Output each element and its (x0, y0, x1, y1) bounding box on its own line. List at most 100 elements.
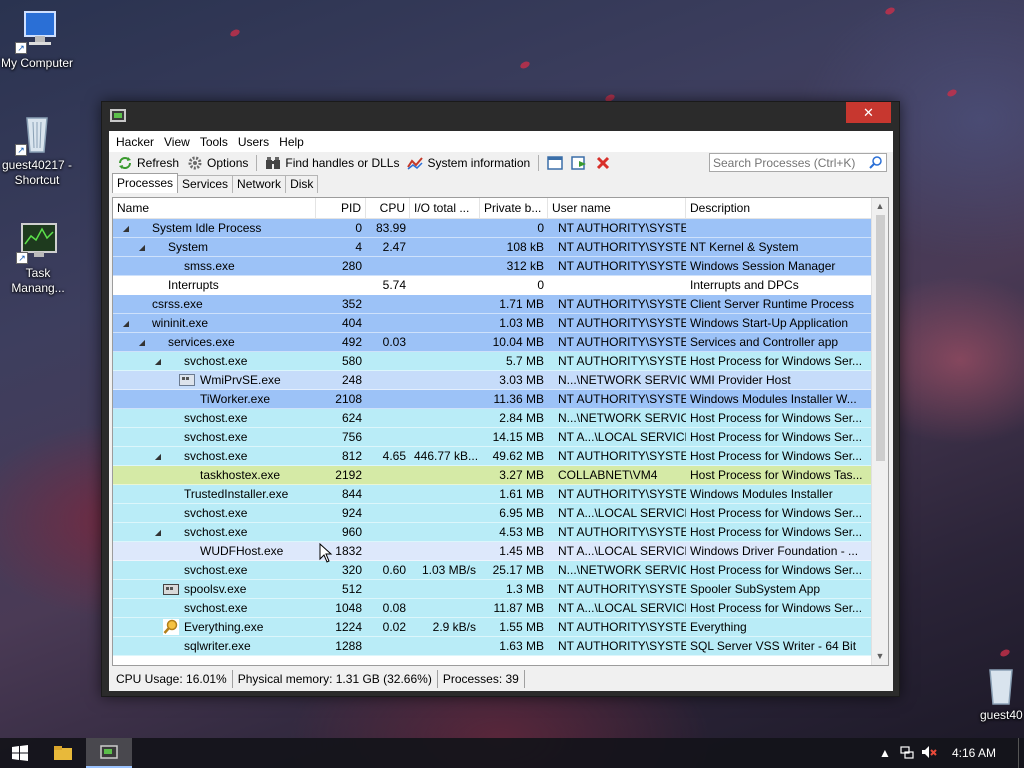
collapse-arrow-icon[interactable]: ◢ (153, 523, 163, 541)
menu-help[interactable]: Help (274, 135, 309, 149)
start-button[interactable] (0, 738, 40, 768)
system-information-button[interactable]: System information (403, 153, 534, 172)
process-pid: 4 (355, 240, 362, 254)
network-icon[interactable] (896, 745, 918, 762)
taskbar-process-hacker[interactable] (86, 738, 132, 768)
process-row[interactable]: taskhostex.exe 2192 3.27 MB COLLABNET\VM4 Ho… (113, 466, 872, 485)
tab-network[interactable]: Network (232, 175, 287, 193)
tab-disk[interactable]: Disk (285, 175, 319, 193)
process-row[interactable]: ◢ wininit.exe 404 1.03 MB NT AUTHORITY\SYSTE… (113, 314, 872, 333)
collapse-arrow-icon[interactable]: ◢ (137, 238, 147, 256)
vertical-scrollbar[interactable]: ▲ ▼ (871, 198, 888, 665)
process-pid: 492 (341, 335, 362, 349)
process-name: Everything.exe (184, 619, 264, 634)
process-row[interactable]: svchost.exe 924 6.95 MB NT A...\LOCAL SERVI… (113, 504, 872, 523)
column-header-pid[interactable]: PID (316, 198, 366, 218)
scrollbar-thumb[interactable] (876, 215, 885, 461)
volume-muted-icon[interactable] (918, 745, 940, 762)
collapse-arrow-icon[interactable]: ◢ (121, 314, 131, 332)
process-pid: 1048 (335, 601, 362, 615)
process-row[interactable]: ◢ System Idle Process 0 83.99 0 NT AUTHORITY\… (113, 219, 872, 238)
process-user-name: NT AUTHORITY\SYSTEM (558, 449, 686, 463)
status-process-count: Processes: 39 (438, 670, 525, 688)
process-name-cell: sqlwriter.exe (113, 637, 316, 655)
process-user-name: N...\NETWORK SERVICE (558, 563, 686, 577)
menu-hacker[interactable]: Hacker (111, 135, 159, 149)
process-name: smss.exe (184, 258, 235, 273)
process-pid: 280 (341, 259, 362, 273)
desktop-icon-recycle-bin[interactable]: guest40 (966, 666, 1024, 723)
search-processes-input[interactable] (710, 154, 860, 171)
window-arrow-icon[interactable] (571, 155, 587, 171)
process-row[interactable]: smss.exe 280 312 kB NT AUTHORITY\SYSTEM Wind… (113, 257, 872, 276)
show-hidden-icons-icon[interactable]: ▲ (874, 746, 896, 760)
scroll-up-icon[interactable]: ▲ (872, 198, 888, 215)
process-name-cell: spoolsv.exe (113, 580, 316, 598)
clock[interactable]: 4:16 AM (940, 746, 1018, 760)
process-row[interactable]: sqlwriter.exe 1288 1.63 MB NT AUTHORITY\SYS… (113, 637, 872, 656)
process-row[interactable]: ◢ svchost.exe 812 4.65 446.77 kB... 49.62 MB N… (113, 447, 872, 466)
column-header-cpu[interactable]: CPU (366, 198, 410, 218)
process-row[interactable]: Everything.exe 1224 0.02 2.9 kB/s 1.55 MB NT … (113, 618, 872, 637)
process-row[interactable]: csrss.exe 352 1.71 MB NT AUTHORITY\SYSTEM Cl… (113, 295, 872, 314)
search-processes-box[interactable] (709, 153, 887, 172)
process-row[interactable]: WmiPrvSE.exe 248 3.03 MB N...\NETWORK SERVI… (113, 371, 872, 390)
process-row[interactable]: spoolsv.exe 512 1.3 MB NT AUTHORITY\SYSTEM S… (113, 580, 872, 599)
process-row[interactable]: ◢ System 4 2.47 108 kB NT AUTHORITY\SYSTEM NT … (113, 238, 872, 257)
process-private-bytes: 2.84 MB (499, 411, 544, 425)
column-header-private-bytes[interactable]: Private b... (480, 198, 548, 218)
menu-view[interactable]: View (159, 135, 195, 149)
process-name: services.exe (168, 334, 235, 349)
collapse-arrow-icon[interactable]: ◢ (153, 352, 163, 370)
scroll-down-icon[interactable]: ▼ (872, 648, 888, 665)
tab-services[interactable]: Services (177, 175, 234, 193)
process-row[interactable]: Interrupts 5.74 0 Interrupts and DPCs (113, 276, 872, 295)
process-row[interactable]: svchost.exe 320 0.60 1.03 MB/s 25.17 MB N...\… (113, 561, 872, 580)
gear-icon (179, 374, 195, 386)
process-cpu (366, 504, 410, 522)
system-information-label: System information (427, 155, 531, 170)
process-name: TrustedInstaller.exe (184, 486, 289, 501)
options-button[interactable]: Options (183, 153, 252, 172)
desktop-icon-task-manager[interactable]: ↗ Task Manang... (0, 220, 77, 296)
process-row[interactable]: svchost.exe 624 2.84 MB N...\NETWORK SERVIC… (113, 409, 872, 428)
process-row[interactable]: WUDFHost.exe 1832 1.45 MB NT A...\LOCAL SER… (113, 542, 872, 561)
process-cpu (366, 352, 410, 370)
collapse-arrow-icon[interactable]: ◢ (121, 219, 131, 237)
collapse-arrow-icon[interactable]: ◢ (137, 333, 147, 351)
desktop-icon-guest-shortcut[interactable]: ↗ guest40217 - Shortcut (0, 112, 76, 188)
column-header-user-name[interactable]: User name (548, 198, 686, 218)
menu-tools[interactable]: Tools (195, 135, 233, 149)
terminate-icon[interactable] (595, 155, 611, 171)
column-header-io-total[interactable]: I/O total ... (410, 198, 480, 218)
process-io-total (410, 428, 480, 446)
process-row[interactable]: svchost.exe 1048 0.08 11.87 MB NT A...\LOCAL… (113, 599, 872, 618)
desktop-icon-my-computer[interactable]: ↗ My Computer (0, 10, 76, 71)
process-row[interactable]: svchost.exe 756 14.15 MB NT A...\LOCAL SERV… (113, 428, 872, 447)
windows-logo-icon (12, 745, 28, 761)
computer-icon: ↗ (15, 10, 59, 54)
process-io-total (410, 371, 480, 389)
process-row[interactable]: ◢ svchost.exe 960 4.53 MB NT AUTHORITY\SYSTE… (113, 523, 872, 542)
process-row[interactable]: ◢ services.exe 492 0.03 10.04 MB NT AUTHORITY… (113, 333, 872, 352)
collapse-arrow-icon[interactable]: ◢ (153, 447, 163, 465)
show-desktop-button[interactable] (1018, 738, 1024, 768)
menu-users[interactable]: Users (233, 135, 274, 149)
search-icon[interactable] (869, 155, 883, 169)
close-button[interactable]: ✕ (846, 102, 891, 123)
process-row[interactable]: TiWorker.exe 2108 11.36 MB NT AUTHORITY\SYS… (113, 390, 872, 409)
process-name: svchost.exe (184, 524, 248, 539)
taskbar-file-explorer[interactable] (40, 738, 86, 768)
title-bar[interactable]: ✕ (102, 102, 899, 131)
refresh-button[interactable]: Refresh (113, 153, 183, 172)
column-header-name[interactable]: Name (113, 198, 316, 218)
process-cpu (366, 314, 410, 332)
process-cpu (366, 485, 410, 503)
process-row[interactable]: ◢ svchost.exe 580 5.7 MB NT AUTHORITY\SYSTEM… (113, 352, 872, 371)
window-icon[interactable] (547, 155, 563, 171)
column-header-description[interactable]: Description (686, 198, 872, 218)
find-handles-button[interactable]: Find handles or DLLs (261, 153, 403, 172)
tab-processes[interactable]: Processes (112, 173, 179, 193)
process-row[interactable]: TrustedInstaller.exe 844 1.61 MB NT AUTHORI… (113, 485, 872, 504)
process-private-bytes: 0 (537, 221, 544, 235)
